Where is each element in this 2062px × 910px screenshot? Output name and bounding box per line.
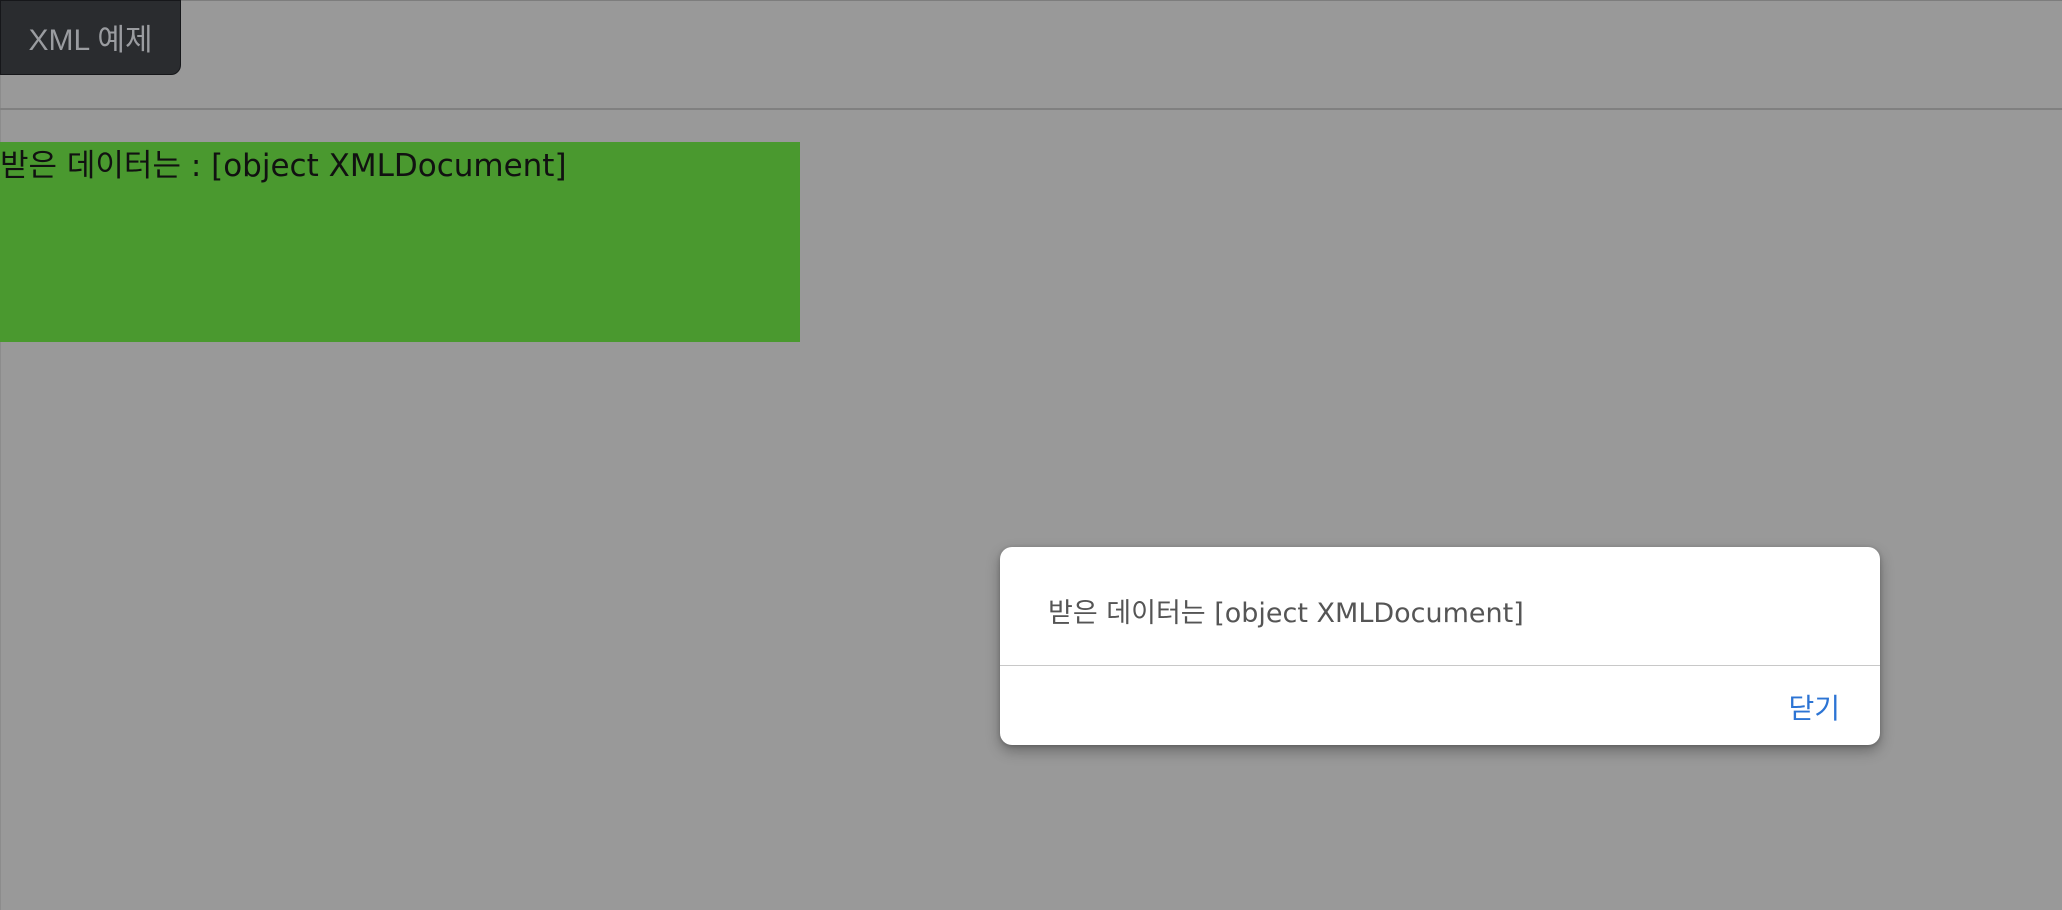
top-border	[0, 0, 2062, 1]
horizontal-divider	[0, 108, 2062, 110]
close-button[interactable]: 닫기	[1788, 687, 1840, 727]
result-text: 받은 데이터는 : [object XMLDocument]	[0, 148, 567, 184]
xml-example-button[interactable]: XML 예제	[0, 0, 181, 75]
alert-message: 받은 데이터는 [object XMLDocument]	[1048, 598, 1524, 629]
left-border	[0, 0, 1, 910]
result-panel: 받은 데이터는 : [object XMLDocument]	[0, 142, 800, 342]
alert-divider	[1000, 665, 1880, 666]
alert-dialog: 받은 데이터는 [object XMLDocument] 닫기	[1000, 547, 1880, 745]
